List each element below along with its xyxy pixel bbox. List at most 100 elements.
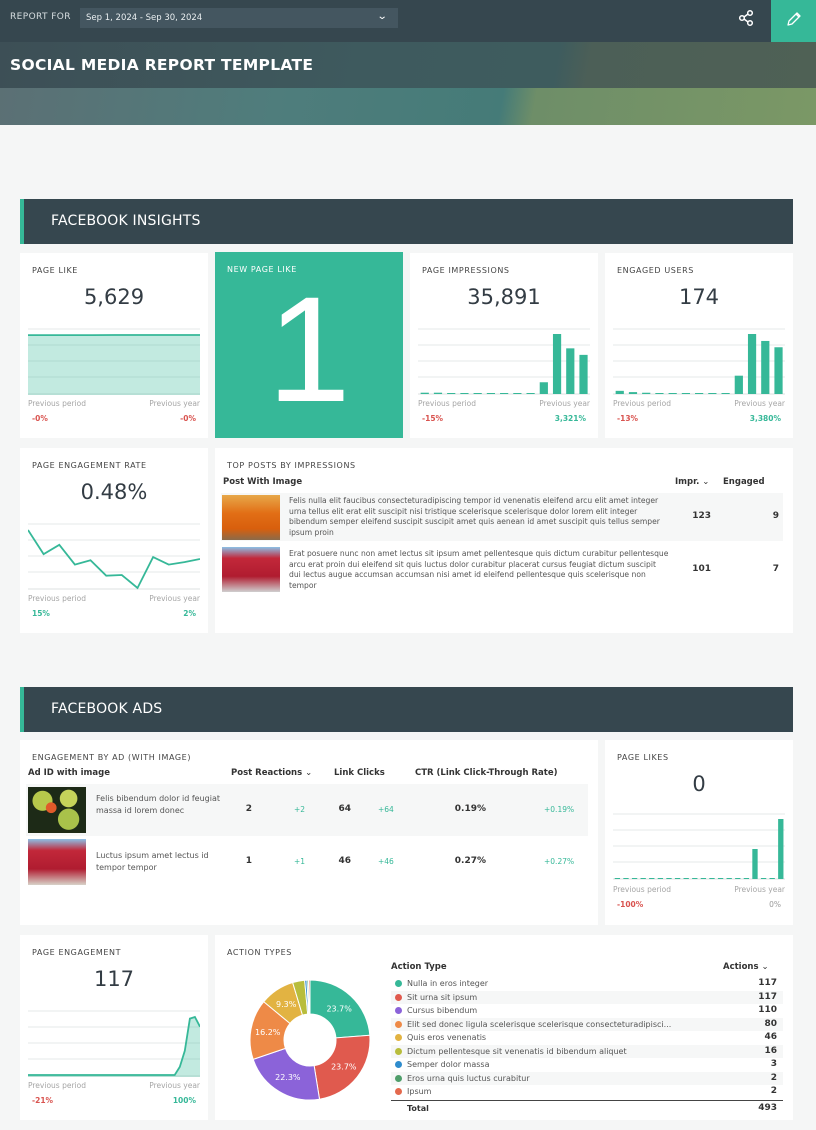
bar[interactable] xyxy=(460,393,469,394)
table-row[interactable]: Erat posuere nunc non amet lectus sit ip… xyxy=(221,546,783,594)
section-title: FACEBOOK ADS xyxy=(51,701,163,717)
column-header-reactions[interactable]: Post Reactions ⌄ xyxy=(231,768,312,778)
previous-year-change: 3,321% xyxy=(554,414,586,423)
slice-label: 23.7% xyxy=(326,1004,352,1013)
page-like-chart xyxy=(28,328,200,395)
sort-chevron-icon: ⌄ xyxy=(305,768,313,778)
bar[interactable] xyxy=(566,348,575,394)
edit-button[interactable] xyxy=(771,0,816,42)
bar[interactable] xyxy=(615,390,624,394)
clicks-value: 46 xyxy=(338,856,351,866)
series-line[interactable] xyxy=(28,529,200,590)
bar[interactable] xyxy=(752,849,758,879)
bar[interactable] xyxy=(747,334,757,394)
bar[interactable] xyxy=(700,878,707,879)
bar[interactable] xyxy=(735,878,741,879)
bar[interactable] xyxy=(721,393,730,394)
series-line[interactable] xyxy=(28,1015,200,1076)
bar[interactable] xyxy=(486,393,496,394)
bar[interactable] xyxy=(513,393,522,394)
sort-chevron-icon: ⌄ xyxy=(702,477,710,487)
bar[interactable] xyxy=(657,878,664,879)
column-header-actions[interactable]: Actions ⌄ xyxy=(723,962,769,972)
action-types-donut-chart: 23.7% 23.7% 22.3% 16.2% 9.3% xyxy=(249,979,371,1101)
bar[interactable] xyxy=(579,354,588,394)
total-label: Total xyxy=(407,1103,429,1113)
bar[interactable] xyxy=(473,393,482,394)
bar[interactable] xyxy=(668,393,677,394)
bar[interactable] xyxy=(674,878,681,879)
bar[interactable] xyxy=(743,878,750,879)
bar[interactable] xyxy=(774,347,783,394)
bar[interactable] xyxy=(447,393,456,394)
bar[interactable] xyxy=(666,878,672,879)
legend-value: 3 xyxy=(770,1059,777,1069)
bar[interactable] xyxy=(614,878,621,879)
page-likes-value: 0 xyxy=(692,772,706,796)
column-header-label: Impr. xyxy=(675,477,700,487)
bar[interactable] xyxy=(778,819,784,879)
bar[interactable] xyxy=(692,878,698,879)
previous-year-label: Previous year xyxy=(539,399,590,408)
post-text: Erat posuere nunc non amet lectus sit ip… xyxy=(289,549,669,590)
bar[interactable] xyxy=(420,392,429,394)
bar[interactable] xyxy=(760,878,767,879)
bar[interactable] xyxy=(433,392,443,394)
table-row[interactable]: Felis bibendum dolor id feugiat massa id… xyxy=(26,784,588,836)
page-like-card: PAGE LIKE 5,629 Previous period Previous… xyxy=(20,253,208,438)
previous-year-change: 3,380% xyxy=(749,414,781,423)
bar[interactable] xyxy=(526,393,535,394)
legend-row[interactable]: Dictum pellentesque sit venenatis id bib… xyxy=(391,1044,783,1058)
column-header-impressions[interactable]: Impr. ⌄ xyxy=(675,477,709,487)
legend-row[interactable]: Semper dolor massa 3 xyxy=(391,1058,783,1072)
card-title: ACTION TYPES xyxy=(227,948,292,957)
legend-row[interactable]: Cursus bibendum 110 xyxy=(391,1004,783,1018)
action-types-legend: Nulla in eros integer 117 Sit urna sit ips… xyxy=(385,977,785,1117)
bar[interactable] xyxy=(642,392,651,394)
report-for-label: REPORT FOR xyxy=(10,12,71,22)
legend-row[interactable]: Elit sed donec ligula scelerisque sceler… xyxy=(391,1017,783,1031)
share-button[interactable] xyxy=(736,8,756,28)
column-header-label: Post Reactions xyxy=(231,768,303,778)
bar[interactable] xyxy=(539,382,548,394)
column-header-ctr: CTR (Link Click-Through Rate) xyxy=(415,768,558,778)
bar[interactable] xyxy=(628,392,638,394)
table-row[interactable]: Felis nulla elit faucibus consecteturadi… xyxy=(221,493,783,541)
bar[interactable] xyxy=(726,878,732,879)
legend-dot-icon xyxy=(395,980,402,987)
clicks-delta: +46 xyxy=(378,857,394,866)
legend-row[interactable]: Sit urna sit ipsum 117 xyxy=(391,990,783,1004)
bar[interactable] xyxy=(717,878,724,879)
total-row: Total 493 xyxy=(391,1102,783,1116)
date-range-select[interactable]: Sep 1, 2024 - Sep 30, 2024 ⌄ xyxy=(80,8,398,28)
bar[interactable] xyxy=(552,334,562,394)
card-title: ENGAGED USERS xyxy=(617,266,694,275)
bar[interactable] xyxy=(655,393,664,394)
bar[interactable] xyxy=(631,878,638,879)
bar[interactable] xyxy=(649,878,655,879)
legend-row[interactable]: Eros urna quis luctus curabitur 2 xyxy=(391,1071,783,1085)
bar[interactable] xyxy=(708,393,717,394)
bar[interactable] xyxy=(709,878,715,879)
bar[interactable] xyxy=(623,878,629,879)
legend-value: 110 xyxy=(758,1005,777,1015)
page-likes-chart xyxy=(613,813,785,880)
previous-year-change: -0% xyxy=(180,414,196,423)
legend-row[interactable]: Ipsum 2 xyxy=(391,1085,783,1099)
legend-label: Quis eros venenatis xyxy=(407,1033,487,1042)
bar[interactable] xyxy=(681,393,691,394)
bar[interactable] xyxy=(769,878,775,879)
page-impressions-value: 35,891 xyxy=(467,285,541,309)
reactions-value: 2 xyxy=(245,804,252,814)
bar[interactable] xyxy=(695,393,704,394)
bar[interactable] xyxy=(683,878,689,879)
page-title: SOCIAL MEDIA REPORT TEMPLATE xyxy=(10,56,314,74)
bar[interactable] xyxy=(761,340,770,394)
legend-row[interactable]: Nulla in eros integer 117 xyxy=(391,977,783,991)
legend-row[interactable]: Quis eros venenatis 46 xyxy=(391,1031,783,1045)
legend-dot-icon xyxy=(395,1047,402,1055)
bar[interactable] xyxy=(734,375,743,394)
bar[interactable] xyxy=(500,393,509,394)
bar[interactable] xyxy=(640,878,646,879)
table-row[interactable]: Luctus ipsum amet lectus id tempor tempo… xyxy=(26,836,588,888)
